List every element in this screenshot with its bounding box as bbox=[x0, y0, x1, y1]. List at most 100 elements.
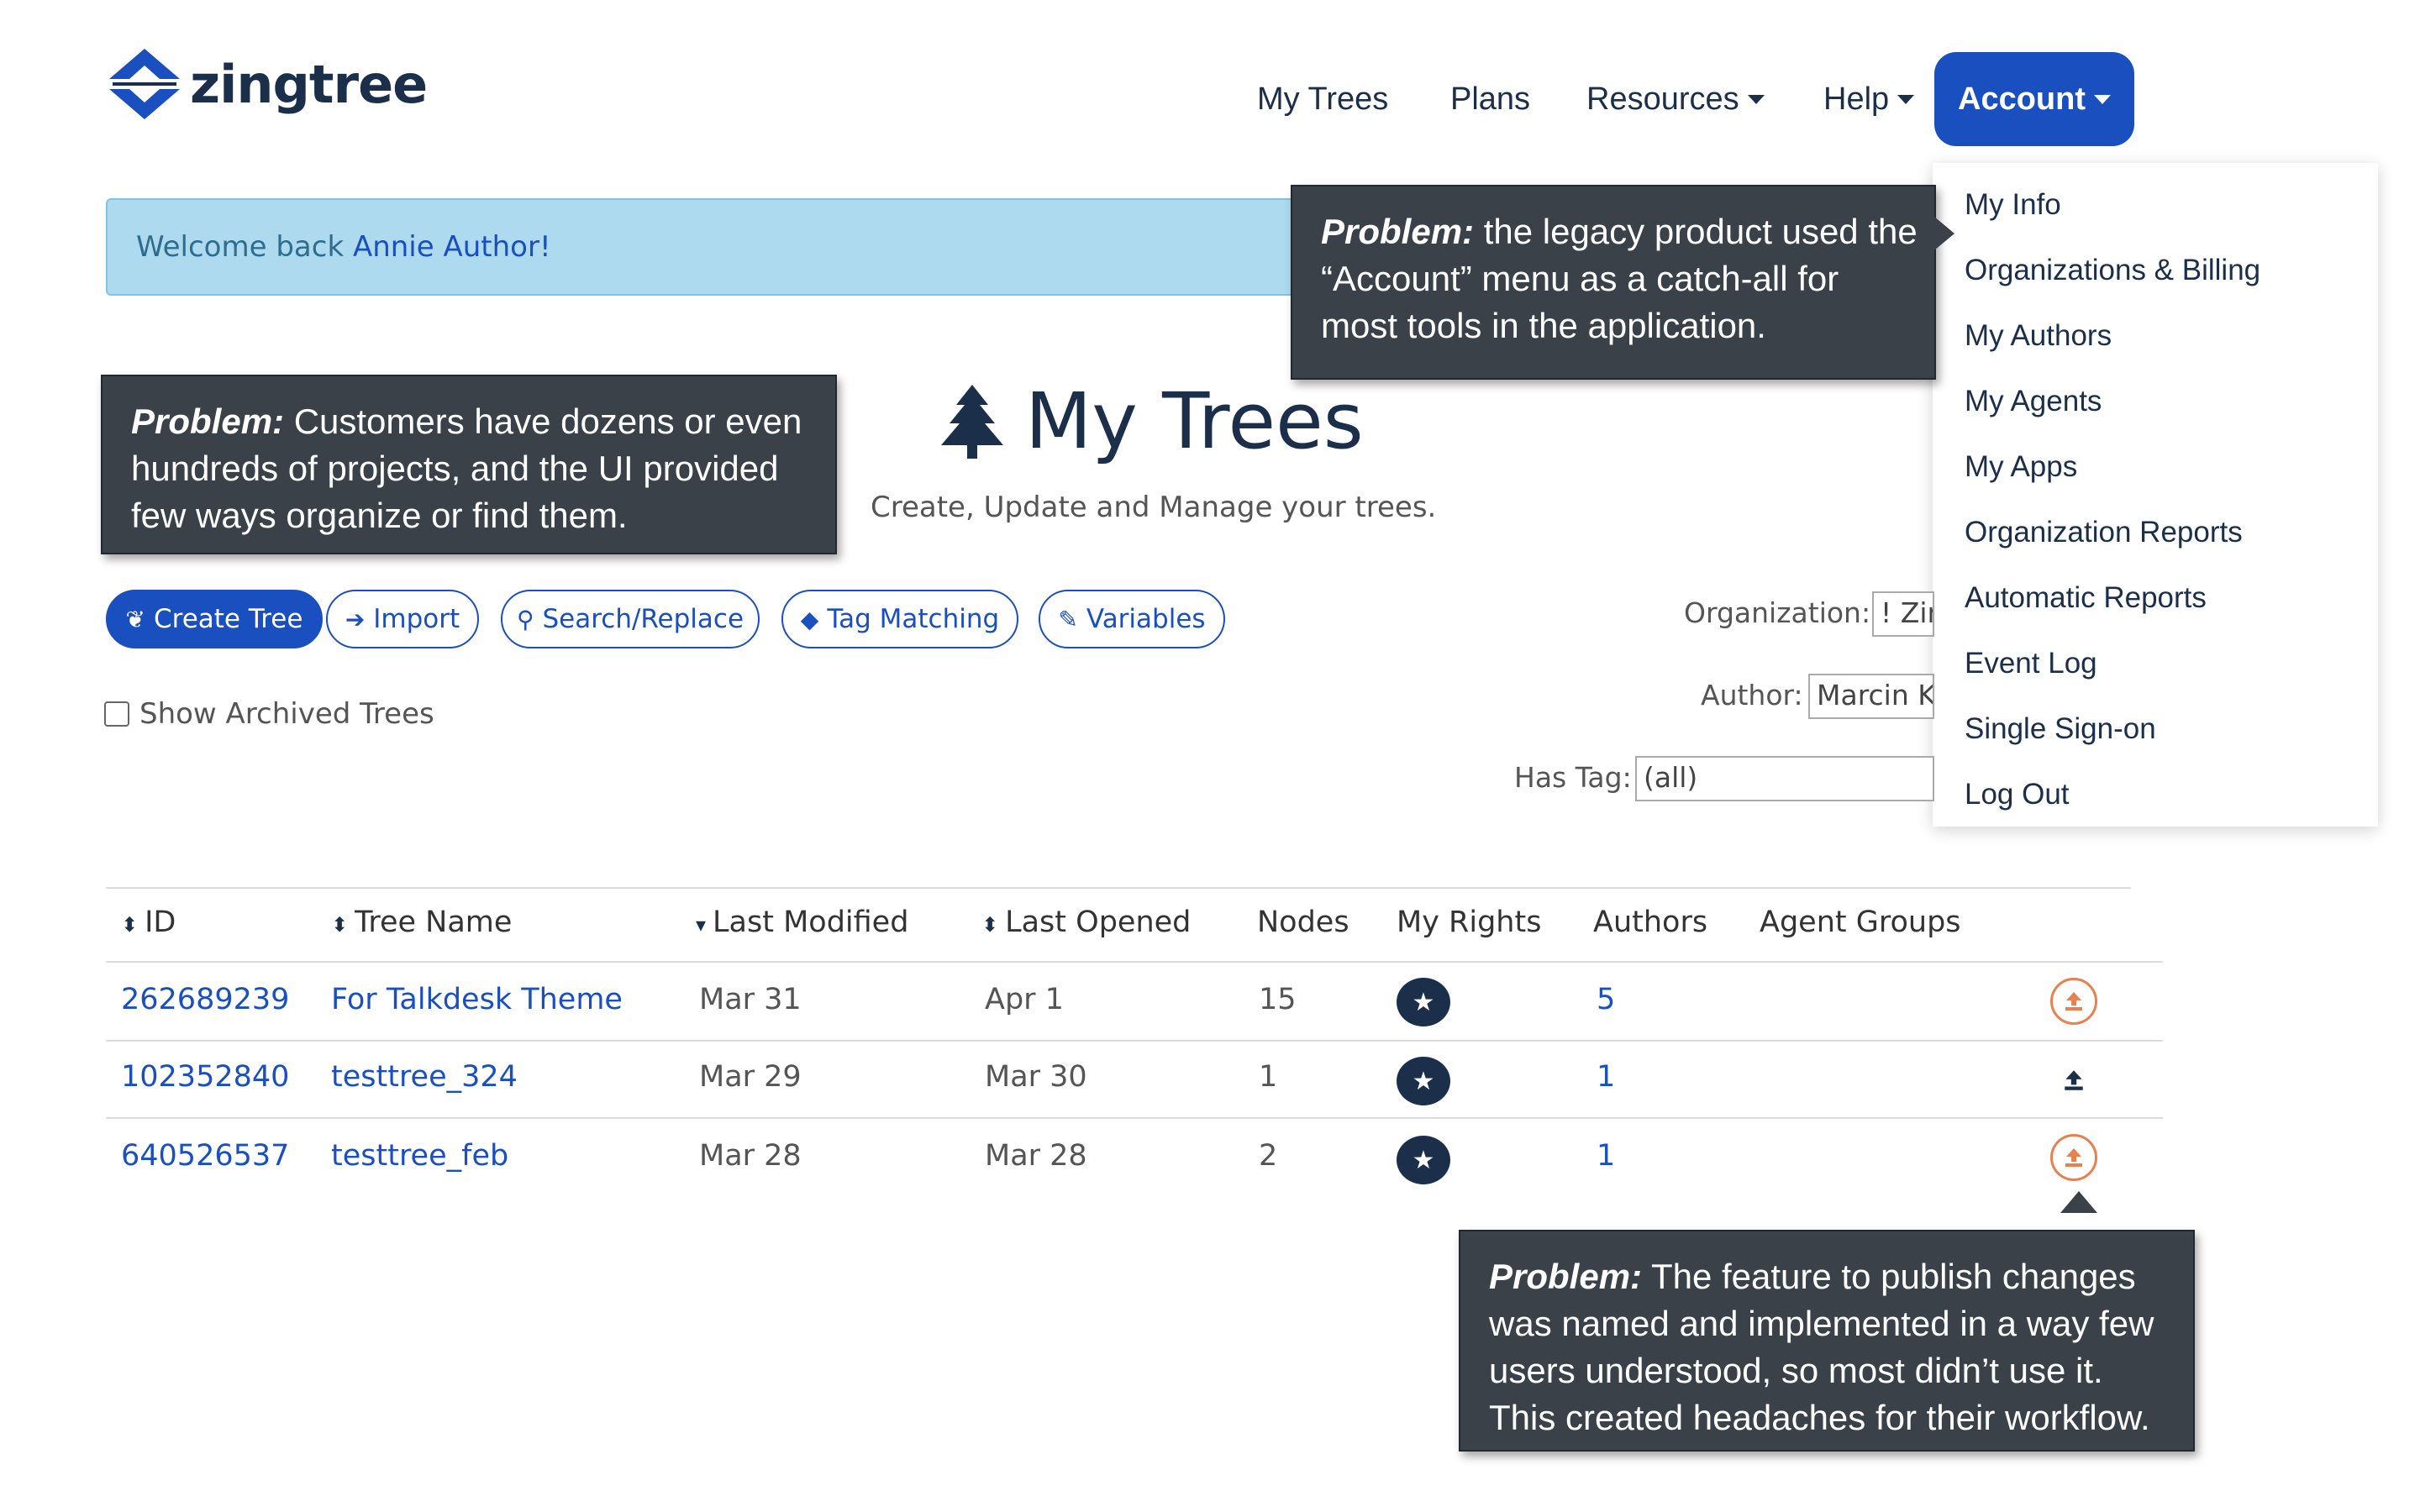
page-subtitle: Create, Update and Manage your trees. bbox=[871, 491, 1437, 524]
table-header-border bbox=[106, 961, 2163, 963]
sign-in-icon: ➔ bbox=[345, 605, 366, 633]
has-tag-select[interactable]: (all) bbox=[1635, 756, 1934, 801]
menu-item-my-apps[interactable]: My Apps bbox=[1965, 450, 2077, 484]
tags-icon: ◆ bbox=[800, 605, 819, 633]
variables-label: Variables bbox=[1086, 604, 1206, 634]
tag-matching-button[interactable]: ◆ Tag Matching bbox=[781, 590, 1018, 648]
col-last-opened-label: Last Opened bbox=[1005, 906, 1192, 939]
col-header-last-modified[interactable]: ▾ Last Modified bbox=[696, 906, 908, 939]
show-archived-label: Show Archived Trees bbox=[139, 697, 434, 731]
menu-item-automatic-reports[interactable]: Automatic Reports bbox=[1965, 581, 2207, 615]
zingtree-logo-icon bbox=[109, 49, 180, 119]
sort-desc-icon: ▾ bbox=[696, 913, 707, 937]
callout-publish-lead: Problem: bbox=[1489, 1257, 1643, 1296]
menu-item-organizations-billing[interactable]: Organizations & Billing bbox=[1965, 254, 2260, 287]
row2-tree-name[interactable]: testtree_324 bbox=[331, 1060, 518, 1094]
welcome-user-link[interactable]: Annie Author! bbox=[353, 230, 551, 264]
menu-item-event-log[interactable]: Event Log bbox=[1965, 647, 2097, 680]
show-archived-toggle[interactable]: Show Archived Trees bbox=[104, 697, 434, 731]
menu-item-single-sign-on[interactable]: Single Sign-on bbox=[1965, 712, 2156, 746]
nav-my-trees-label: My Trees bbox=[1257, 81, 1389, 117]
caret-down-icon bbox=[1747, 94, 1765, 104]
create-tree-button[interactable]: ❦ Create Tree bbox=[106, 590, 323, 648]
row3-tree-name[interactable]: testtree_feb bbox=[331, 1139, 508, 1173]
search-icon: ⚲ bbox=[516, 605, 534, 633]
has-tag-label: Has Tag: bbox=[1514, 761, 1632, 794]
search-replace-label: Search/Replace bbox=[542, 604, 744, 634]
caret-down-icon bbox=[1897, 94, 1915, 104]
rights-star-icon: ★ bbox=[1397, 1136, 1450, 1184]
callout-pointer-up bbox=[2060, 1191, 2097, 1213]
menu-item-my-authors[interactable]: My Authors bbox=[1965, 319, 2112, 353]
row3-id[interactable]: 640526537 bbox=[121, 1139, 289, 1173]
menu-item-my-info[interactable]: My Info bbox=[1965, 188, 2061, 222]
row-divider bbox=[106, 1117, 2163, 1119]
author-select[interactable]: Marcin K bbox=[1808, 674, 1934, 719]
table-top-border bbox=[106, 887, 2131, 889]
row3-last-modified: Mar 28 bbox=[699, 1139, 802, 1173]
row-divider bbox=[106, 1040, 2163, 1042]
rights-star-icon: ★ bbox=[1397, 1057, 1450, 1105]
nav-resources[interactable]: Resources bbox=[1586, 52, 1765, 146]
caret-down-icon bbox=[2094, 94, 2111, 104]
welcome-prefix: Welcome back bbox=[136, 230, 353, 264]
brand-name: zingtree bbox=[190, 53, 428, 115]
organization-select[interactable]: ! Zin bbox=[1872, 591, 1934, 637]
row3-nodes: 2 bbox=[1259, 1139, 1278, 1173]
row1-id[interactable]: 262689239 bbox=[121, 983, 289, 1016]
publish-icon[interactable] bbox=[2050, 978, 2097, 1025]
show-archived-checkbox[interactable] bbox=[104, 701, 129, 727]
menu-item-my-agents[interactable]: My Agents bbox=[1965, 385, 2102, 418]
account-menu-button[interactable]: Account bbox=[1934, 52, 2134, 146]
col-header-authors: Authors bbox=[1593, 906, 1708, 939]
row1-authors[interactable]: 5 bbox=[1597, 983, 1615, 1016]
variables-button[interactable]: ✎ Variables bbox=[1039, 590, 1225, 648]
upload-icon bbox=[2065, 1070, 2083, 1090]
col-header-tree-name[interactable]: ⬍ Tree Name bbox=[331, 906, 512, 939]
search-replace-button[interactable]: ⚲ Search/Replace bbox=[501, 590, 760, 648]
upload-icon bbox=[2065, 1148, 2082, 1167]
sort-icon: ⬍ bbox=[981, 913, 999, 937]
callout-publish: Problem: The feature to publish changes … bbox=[1459, 1230, 2195, 1452]
leaf-icon: ❦ bbox=[125, 605, 145, 633]
row1-last-modified: Mar 31 bbox=[699, 983, 802, 1016]
nav-help[interactable]: Help bbox=[1823, 52, 1915, 146]
nav-resources-label: Resources bbox=[1586, 81, 1739, 117]
nav-plans[interactable]: Plans bbox=[1450, 52, 1530, 146]
publish-icon[interactable] bbox=[2050, 1134, 2097, 1181]
row2-authors[interactable]: 1 bbox=[1597, 1060, 1615, 1094]
organization-label: Organization: bbox=[1684, 596, 1871, 629]
nav-help-label: Help bbox=[1823, 81, 1890, 117]
row3-last-opened: Mar 28 bbox=[985, 1139, 1087, 1173]
col-header-last-opened[interactable]: ⬍ Last Opened bbox=[981, 906, 1191, 939]
rights-star-icon: ★ bbox=[1397, 978, 1450, 1026]
account-label: Account bbox=[1958, 81, 2086, 117]
publish-icon[interactable] bbox=[2057, 1063, 2091, 1097]
row3-authors[interactable]: 1 bbox=[1597, 1139, 1615, 1173]
callout-account-lead: Problem: bbox=[1321, 212, 1475, 251]
row2-last-modified: Mar 29 bbox=[699, 1060, 802, 1094]
row2-last-opened: Mar 30 bbox=[985, 1060, 1087, 1094]
author-label: Author: bbox=[1701, 679, 1803, 711]
col-header-my-rights: My Rights bbox=[1397, 906, 1542, 939]
create-tree-label: Create Tree bbox=[154, 604, 303, 634]
page-title-text: My Trees bbox=[1025, 376, 1364, 466]
row1-tree-name[interactable]: For Talkdesk Theme bbox=[331, 983, 623, 1016]
callout-pointer-right bbox=[1934, 217, 1954, 250]
nav-plans-label: Plans bbox=[1450, 81, 1531, 117]
callout-projects-lead: Problem: bbox=[131, 402, 285, 441]
page-title: My Trees bbox=[939, 376, 1364, 466]
row2-id[interactable]: 102352840 bbox=[121, 1060, 289, 1094]
menu-item-organization-reports[interactable]: Organization Reports bbox=[1965, 516, 2243, 549]
zingtree-logo[interactable]: zingtree bbox=[106, 44, 428, 124]
col-header-agent-groups: Agent Groups bbox=[1760, 906, 1961, 939]
upload-icon bbox=[2065, 992, 2082, 1011]
import-button[interactable]: ➔ Import bbox=[326, 590, 479, 648]
col-header-id[interactable]: ⬍ ID bbox=[121, 906, 176, 939]
import-label: Import bbox=[373, 604, 460, 634]
nav-my-trees[interactable]: My Trees bbox=[1257, 52, 1388, 146]
tag-matching-label: Tag Matching bbox=[827, 604, 1000, 634]
col-tree-name-label: Tree Name bbox=[355, 906, 513, 939]
row1-last-opened: Apr 1 bbox=[985, 983, 1064, 1016]
menu-item-log-out[interactable]: Log Out bbox=[1965, 778, 2070, 811]
